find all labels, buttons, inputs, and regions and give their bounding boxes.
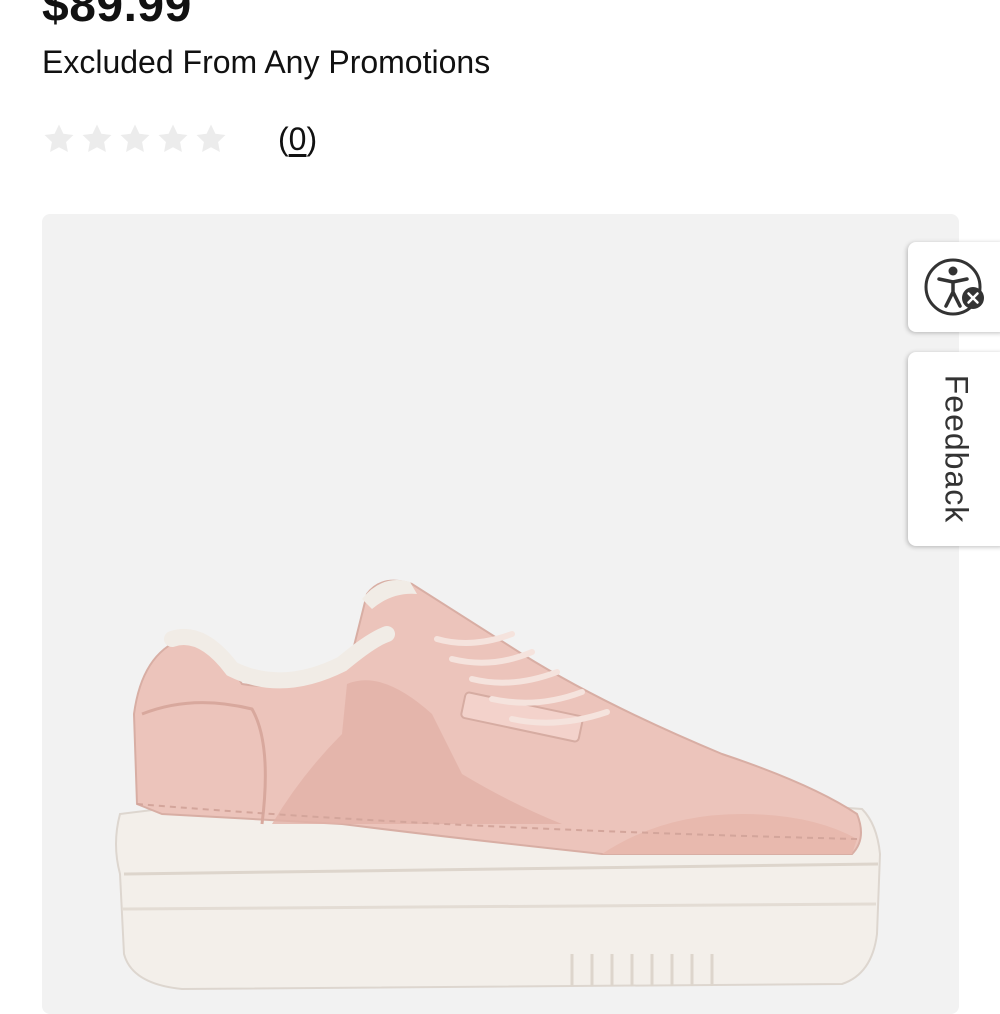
promotion-note: Excluded From Any Promotions [42, 44, 491, 80]
accessibility-tab[interactable] [908, 242, 1000, 332]
star-icon [120, 124, 150, 153]
rating-row: (0) [42, 118, 317, 160]
review-count-link[interactable]: (0) [278, 121, 317, 158]
star-icon [158, 124, 188, 153]
feedback-tab[interactable]: Feedback [908, 352, 1000, 546]
product-image[interactable] [42, 214, 959, 1014]
star-icon [82, 124, 112, 153]
star-icon [196, 124, 226, 153]
feedback-label: Feedback [938, 374, 975, 524]
paren-open: ( [278, 120, 289, 157]
price: $89.99 [42, 0, 192, 32]
star-rating [42, 122, 228, 156]
review-count: 0 [288, 120, 307, 157]
paren-close: ) [306, 120, 318, 157]
sneaker-illustration [115, 579, 882, 991]
accessibility-icon [924, 258, 984, 316]
star-icon [44, 124, 74, 153]
